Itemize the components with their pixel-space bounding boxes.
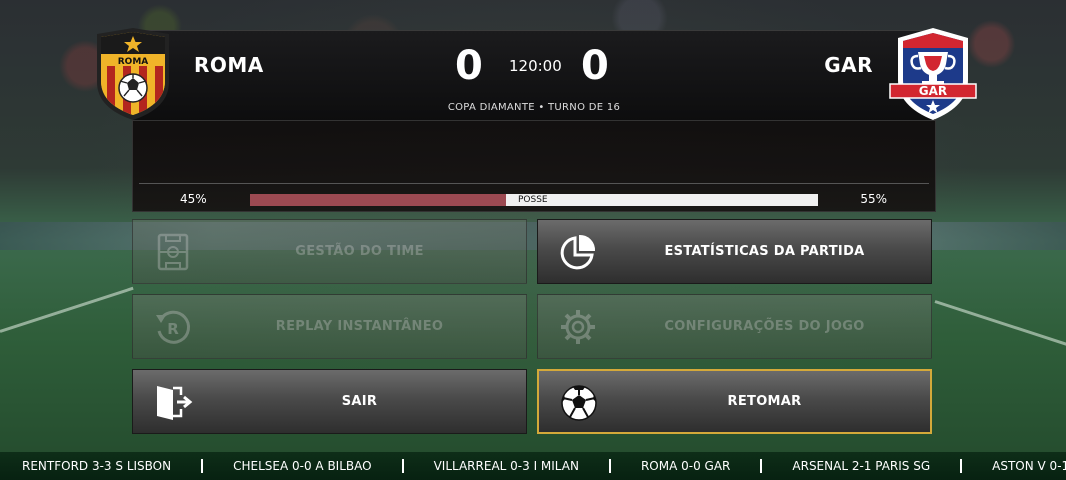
pitch-board-icon <box>157 233 189 271</box>
exit-door-icon <box>157 386 193 420</box>
pie-chart-icon <box>560 234 596 270</box>
possession-label: POSSE <box>518 195 548 205</box>
game-settings-button[interactable]: CONFIGURAÇÕES DO JOGO <box>537 294 932 359</box>
team-management-button[interactable]: GESTÃO DO TIME <box>132 219 527 284</box>
ticker-result: VILLARREAL 0-3 I MILAN <box>433 459 579 473</box>
team-management-label: GESTÃO DO TIME <box>295 244 424 259</box>
ticker-result: RENTFORD 3-3 S LISBON <box>22 459 172 473</box>
match-clock: 120:00 <box>509 57 562 75</box>
possession-bar: POSSE <box>250 194 818 206</box>
soccer-ball-icon <box>561 385 597 421</box>
match-stats-button[interactable]: ESTATÍSTICAS DA PARTIDA <box>537 219 932 284</box>
ticker-result: ARSENAL 2-1 PARIS SG <box>792 459 931 473</box>
replay-icon: R <box>156 310 191 344</box>
match-stats-label: ESTATÍSTICAS DA PARTIDA <box>664 244 865 259</box>
roma-crest-text: ROMA <box>118 57 149 67</box>
game-settings-label: CONFIGURAÇÕES DO JOGO <box>664 319 865 334</box>
ticker-result: CHELSEA 0-0 A BILBAO <box>233 459 372 473</box>
resume-label: RETOMAR <box>727 394 802 409</box>
away-team-name: GAR <box>824 53 873 77</box>
home-possession-fill <box>250 194 506 206</box>
ticker-track: RENTFORD 3-3 S LISBON CHELSEA 0-0 A BILBA… <box>0 459 1066 473</box>
gar-crest-text: GAR <box>919 84 947 98</box>
exit-label: SAIR <box>341 394 378 409</box>
home-possession-percent: 45% <box>180 192 207 206</box>
instant-replay-label: REPLAY INSTANTÂNEO <box>275 319 444 334</box>
instant-replay-button[interactable]: R REPLAY INSTANTÂNEO <box>132 294 527 359</box>
exit-button[interactable]: SAIR <box>132 369 527 434</box>
scoreboard: ROMA 0 120:00 0 GAR COPA DIAMANTE • TURN… <box>132 30 936 121</box>
ticker-result: ASTON V 0-1 FIORENTI <box>992 459 1066 473</box>
away-score: 0 <box>581 43 609 89</box>
competition-round: COPA DIAMANTE • TURNO DE 16 <box>447 102 621 113</box>
svg-text:R: R <box>167 320 179 338</box>
away-possession-percent: 55% <box>860 192 887 206</box>
gar-crest-icon: GAR <box>889 28 977 120</box>
results-ticker: RENTFORD 3-3 S LISBON CHELSEA 0-0 A BILBA… <box>0 452 1066 480</box>
roma-crest-icon: ROMA <box>97 28 169 120</box>
gear-icon <box>561 310 595 344</box>
possession-row: 45% POSSE 55% <box>133 183 935 207</box>
divider <box>139 183 929 184</box>
home-team-name: ROMA <box>194 53 264 77</box>
resume-button[interactable]: RETOMAR <box>537 369 932 434</box>
ticker-result: ROMA 0-0 GAR <box>640 459 731 473</box>
home-score: 0 <box>455 43 483 89</box>
match-overview-panel: 45% POSSE 55% <box>132 120 936 212</box>
